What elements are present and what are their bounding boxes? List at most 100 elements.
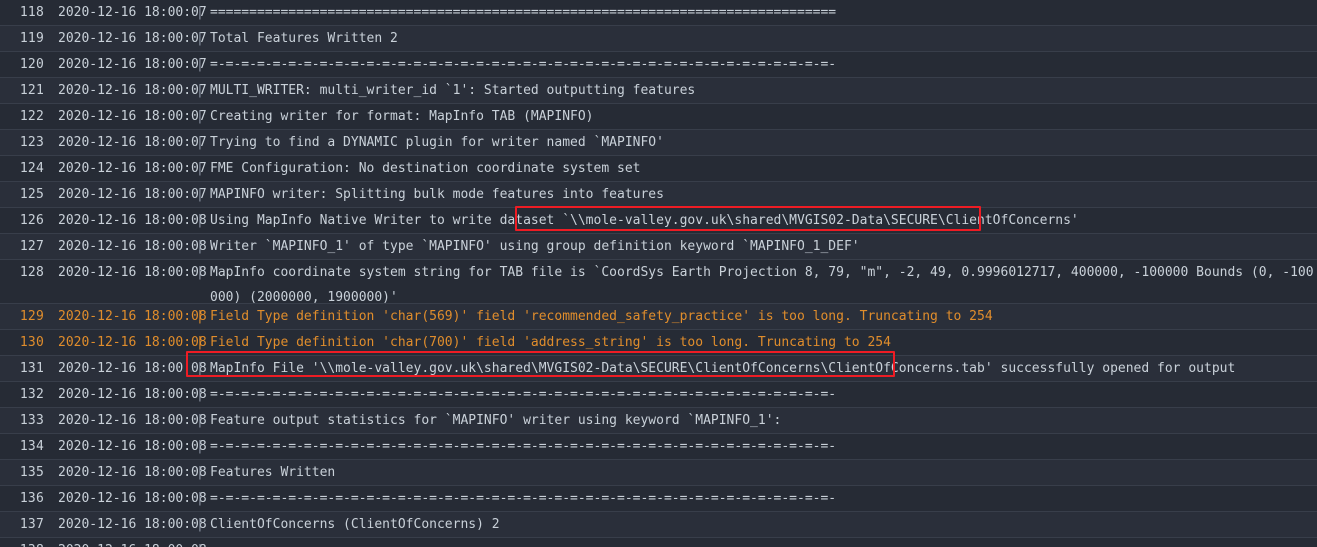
log-message: MULTI_WRITER: multi_writer_id `1': Start… (210, 83, 696, 98)
log-line-number: 127 (19, 239, 44, 254)
log-column-separator: | (196, 491, 204, 506)
log-message: Trying to find a DYNAMIC plugin for writ… (210, 135, 664, 150)
log-row[interactable]: 129 2020-12-16 18:00:08 | Field Type defini… (0, 304, 1317, 330)
log-timestamp: 2020-12-16 18:00:08 (58, 517, 207, 532)
log-column-separator: | (196, 465, 204, 480)
log-timestamp: 2020-12-16 18:00:08 (58, 239, 207, 254)
log-row[interactable]: 127 2020-12-16 18:00:08 | Writer `MAPINFO_1… (0, 234, 1317, 260)
log-row[interactable]: 131 2020-12-16 18:00:08 | MapInfo File '\\m… (0, 356, 1317, 382)
log-viewer[interactable]: 118 2020-12-16 18:00:07 | =================… (0, 0, 1317, 547)
log-line-number: 118 (19, 5, 44, 20)
log-message: Field Type definition 'char(569)' field … (210, 309, 993, 324)
log-timestamp: 2020-12-16 18:00:08 (58, 465, 207, 480)
log-message: Writer `MAPINFO_1' of type `MAPINFO' usi… (210, 239, 860, 254)
log-column-separator: | (196, 135, 204, 150)
log-timestamp: 2020-12-16 18:00:07 (58, 135, 207, 150)
log-timestamp: 2020-12-16 18:00:07 (58, 187, 207, 202)
log-row[interactable]: 130 2020-12-16 18:00:08 | Field Type defini… (0, 330, 1317, 356)
log-column-separator: | (196, 57, 204, 72)
log-message: ClientOfConcerns (ClientOfConcerns) 2 (210, 517, 500, 532)
log-message: =-=-=-=-=-=-=-=-=-=-=-=-=-=-=-=-=-=-=-=-… (210, 538, 1317, 547)
log-line-number: 135 (19, 465, 44, 480)
log-row[interactable]: 122 2020-12-16 18:00:07 | Creating writer f… (0, 104, 1317, 130)
log-message: MapInfo File '\\mole-valley.gov.uk\share… (210, 361, 1236, 376)
log-column-separator: | (196, 213, 204, 228)
log-message: =-=-=-=-=-=-=-=-=-=-=-=-=-=-=-=-=-=-=-=-… (210, 439, 837, 454)
log-row[interactable]: 125 2020-12-16 18:00:07 | MAPINFO writer: S… (0, 182, 1317, 208)
log-column-separator: | (196, 335, 204, 350)
log-column-separator: | (196, 265, 204, 280)
log-row[interactable]: 126 2020-12-16 18:00:08 | Using MapInfo Nat… (0, 208, 1317, 234)
log-line-number: 137 (19, 517, 44, 532)
log-column-separator: | (196, 361, 204, 376)
log-row[interactable]: 137 2020-12-16 18:00:08 | ClientOfConcerns … (0, 512, 1317, 538)
log-column-separator: | (196, 439, 204, 454)
log-column-separator: | (196, 413, 204, 428)
log-row[interactable]: 121 2020-12-16 18:00:07 | MULTI_WRITER: mul… (0, 78, 1317, 104)
log-message: MAPINFO writer: Splitting bulk mode feat… (210, 187, 664, 202)
log-row[interactable]: 1382020-12-16 18:00:08|=-=-=-=-=-=-=-=-=… (0, 538, 1317, 547)
log-message: =-=-=-=-=-=-=-=-=-=-=-=-=-=-=-=-=-=-=-=-… (210, 57, 837, 72)
log-line-number: 120 (19, 57, 44, 72)
log-column-separator: | (196, 161, 204, 176)
log-line-number: 128 (19, 265, 44, 280)
log-line-number: 136 (19, 491, 44, 506)
log-timestamp: 2020-12-16 18:00:07 (58, 83, 207, 98)
log-timestamp: 2020-12-16 18:00:08 (58, 265, 207, 280)
log-message: Feature output statistics for `MAPINFO' … (210, 413, 782, 428)
log-line-number: 125 (19, 187, 44, 202)
log-row[interactable]: 118 2020-12-16 18:00:07 | =================… (0, 0, 1317, 26)
log-timestamp: 2020-12-16 18:00:08 (58, 309, 207, 324)
log-row[interactable]: 120 2020-12-16 18:00:07 | =-=-=-=-=-=-=-=-=… (0, 52, 1317, 78)
log-row[interactable]: 135 2020-12-16 18:00:08 | Features Written (0, 460, 1317, 486)
log-column-separator: | (196, 309, 204, 324)
log-message: FME Configuration: No destination coordi… (210, 161, 641, 176)
log-message: =-=-=-=-=-=-=-=-=-=-=-=-=-=-=-=-=-=-=-=-… (210, 387, 837, 402)
log-line-number: 121 (19, 83, 44, 98)
log-column-separator: | (196, 387, 204, 402)
log-row[interactable]: 132 2020-12-16 18:00:08 | =-=-=-=-=-=-=-=-=… (0, 382, 1317, 408)
log-timestamp: 2020-12-16 18:00:08 (44, 538, 207, 547)
log-column-separator: | (196, 239, 204, 254)
log-line-number: 130 (19, 335, 44, 350)
log-message: MapInfo coordinate system string for TAB… (210, 265, 1314, 305)
log-line-number: 129 (19, 309, 44, 324)
log-message: Using MapInfo Native Writer to write dat… (210, 213, 1079, 228)
log-timestamp: 2020-12-16 18:00:08 (58, 491, 207, 506)
log-timestamp: 2020-12-16 18:00:07 (58, 31, 207, 46)
log-timestamp: 2020-12-16 18:00:08 (58, 361, 207, 376)
log-row[interactable]: 124 2020-12-16 18:00:07 | FME Configuration… (0, 156, 1317, 182)
log-line-number: 123 (19, 135, 44, 150)
log-line-number: 119 (19, 31, 44, 46)
log-line-number: 134 (19, 439, 44, 454)
log-column-separator: | (196, 5, 204, 20)
log-row[interactable]: 128 2020-12-16 18:00:08 | MapInfo coordinat… (0, 260, 1317, 305)
log-timestamp: 2020-12-16 18:00:07 (58, 161, 207, 176)
log-line-number: 124 (19, 161, 44, 176)
log-row[interactable]: 134 2020-12-16 18:00:08 | =-=-=-=-=-=-=-=-=… (0, 434, 1317, 460)
log-line-number: 126 (19, 213, 44, 228)
log-column-separator: | (196, 31, 204, 46)
log-line-number: 138 (0, 538, 44, 547)
log-row[interactable]: 133 2020-12-16 18:00:08 | Feature output st… (0, 408, 1317, 434)
log-column-separator: | (196, 517, 204, 532)
log-message: ========================================… (210, 5, 837, 20)
log-column-separator: | (196, 109, 204, 124)
log-timestamp: 2020-12-16 18:00:07 (58, 57, 207, 72)
log-message: Field Type definition 'char(700)' field … (210, 335, 891, 350)
log-row[interactable]: 119 2020-12-16 18:00:07 | Total Features Wr… (0, 26, 1317, 52)
log-timestamp: 2020-12-16 18:00:08 (58, 387, 207, 402)
log-row[interactable]: 136 2020-12-16 18:00:08 | =-=-=-=-=-=-=-=-=… (0, 486, 1317, 512)
log-timestamp: 2020-12-16 18:00:07 (58, 109, 207, 124)
log-line-number: 132 (19, 387, 44, 402)
log-line-number: 122 (19, 109, 44, 124)
log-message: Total Features Written 2 (210, 31, 398, 46)
log-line-number: 131 (19, 361, 44, 376)
log-column-separator: | (196, 538, 210, 547)
log-line-number: 133 (19, 413, 44, 428)
log-row[interactable]: 123 2020-12-16 18:00:07 | Trying to find a … (0, 130, 1317, 156)
log-message: Creating writer for format: MapInfo TAB … (210, 109, 594, 124)
log-rows-container: 118 2020-12-16 18:00:07 | =================… (0, 0, 1317, 547)
log-timestamp: 2020-12-16 18:00:08 (58, 213, 207, 228)
log-timestamp: 2020-12-16 18:00:08 (58, 413, 207, 428)
